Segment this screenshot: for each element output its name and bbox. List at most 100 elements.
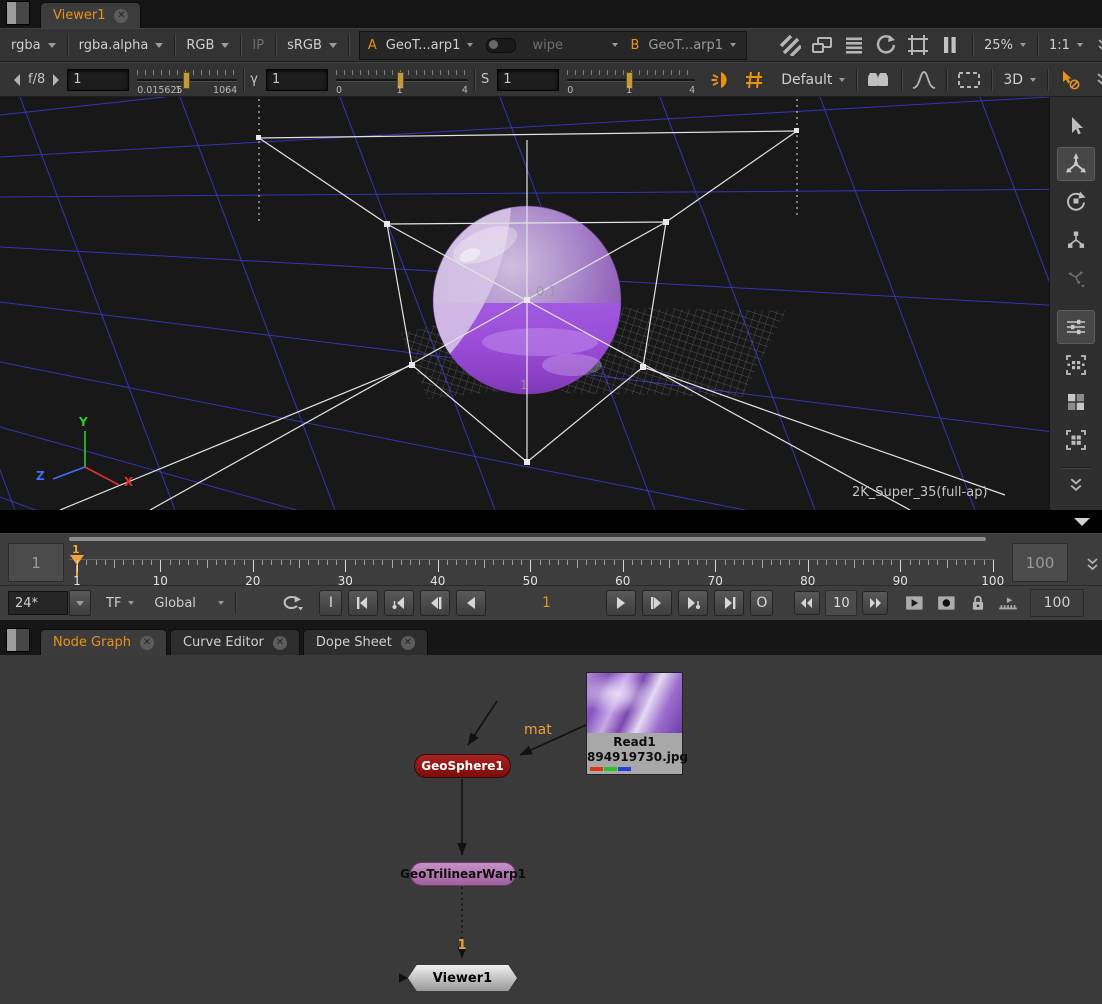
sliders-icon[interactable] [1057, 310, 1095, 344]
step-back-button[interactable] [420, 590, 450, 616]
next-arrow-icon[interactable] [48, 67, 64, 93]
frame-step-box[interactable]: 10 [825, 590, 857, 616]
ramp-icon[interactable] [997, 594, 1019, 612]
pivot-icon[interactable] [1057, 222, 1095, 256]
viewer-3d-viewport[interactable]: 0.1 1 2K_Super_35(full-ap) Y X Z [0, 97, 1102, 510]
pause-icon[interactable] [937, 32, 963, 58]
divider [67, 34, 68, 56]
node-viewer1-label: Viewer1 [433, 971, 492, 986]
gamma-input[interactable] [266, 69, 328, 91]
close-icon[interactable] [114, 9, 128, 23]
gain-slider[interactable]: 0.015625 1 1064 [137, 67, 237, 93]
tab-dope-sheet[interactable]: Dope Sheet [303, 629, 428, 655]
stereo-camera-icon[interactable] [866, 67, 892, 93]
range-scope-dropdown[interactable]: Global [149, 593, 229, 614]
step-forward-button[interactable] [642, 590, 672, 616]
tab-dope-sheet-label: Dope Sheet [316, 635, 392, 650]
translate-icon[interactable] [1057, 147, 1095, 181]
saturation-slider[interactable]: 0 1 4 [567, 67, 695, 93]
tf-dropdown[interactable]: TF [101, 593, 139, 614]
display-channels-value: RGB [186, 38, 214, 53]
set-out-point-button[interactable]: O [750, 590, 773, 616]
layout-grid-icon[interactable] [1057, 348, 1095, 382]
chevron-double-icon[interactable] [1057, 468, 1095, 502]
tab-node-graph[interactable]: Node Graph [40, 629, 167, 655]
curve-icon[interactable] [911, 67, 937, 93]
overlay-preset-dropdown[interactable]: Default [776, 69, 850, 91]
loop-icon[interactable] [278, 593, 304, 613]
four-squares-icon[interactable] [1057, 386, 1095, 420]
collapse-caret-icon[interactable] [1074, 518, 1090, 526]
chevron-double-icon[interactable] [1091, 32, 1102, 58]
current-frame[interactable]: 1 [511, 595, 581, 611]
play-backward-button[interactable] [456, 590, 486, 616]
timeline-scrollbar[interactable] [69, 537, 986, 541]
tab-curve-editor[interactable]: Curve Editor [170, 629, 300, 655]
input-b-dropdown[interactable]: GeoT...arp1 [646, 35, 738, 56]
fast-forward-button[interactable] [862, 591, 888, 615]
lock-icon[interactable] [969, 594, 987, 612]
chevron-double-icon[interactable] [1089, 67, 1102, 93]
layer-dropdown[interactable]: rgba [6, 35, 61, 56]
gain-slider-handle[interactable] [183, 72, 190, 89]
format-overlay-icon[interactable] [905, 32, 931, 58]
display-channels-dropdown[interactable]: RGB [181, 35, 234, 56]
tab-curve-editor-label: Curve Editor [183, 635, 264, 650]
frame-range-strip[interactable] [0, 510, 1102, 533]
wipe-dropdown[interactable]: wipe [527, 35, 623, 56]
close-icon[interactable] [401, 636, 415, 650]
to-start-button[interactable] [348, 590, 378, 616]
select-cursor-icon[interactable] [1057, 109, 1095, 143]
float-window-icon[interactable] [809, 32, 835, 58]
dropdown-caret-icon[interactable] [69, 590, 91, 616]
frame-all-icon[interactable] [1057, 423, 1095, 457]
colorspace-dropdown[interactable]: sRGB [282, 35, 342, 56]
to-end-button[interactable] [714, 590, 744, 616]
wipe-toggle[interactable] [486, 38, 516, 53]
refresh-icon[interactable] [873, 32, 899, 58]
pane-menu-icon[interactable] [6, 628, 30, 652]
layout-menu-icon[interactable] [841, 32, 867, 58]
prev-key-button[interactable] [384, 590, 414, 616]
input-a-dropdown[interactable]: GeoT...arp1 [384, 35, 476, 56]
input-process-button[interactable]: IP [247, 35, 269, 56]
chevron-double-icon[interactable] [1079, 551, 1102, 577]
headlamp-icon[interactable] [709, 67, 735, 93]
scatter-icon[interactable] [1057, 260, 1095, 294]
node-geosphere1[interactable]: GeoSphere1 [414, 754, 511, 778]
saturation-input[interactable] [497, 69, 559, 91]
next-key-button[interactable] [678, 590, 708, 616]
close-icon[interactable] [273, 636, 287, 650]
proxy-dropdown[interactable]: 1:1 [1044, 35, 1088, 56]
gain-input[interactable] [67, 69, 129, 91]
view-mode-dropdown[interactable]: 3D [998, 69, 1041, 91]
node-viewer1[interactable]: Viewer1 [408, 965, 517, 991]
rotate-icon[interactable] [1057, 185, 1095, 219]
playhead[interactable]: 1 [0, 543, 20, 583]
close-icon[interactable] [140, 636, 154, 650]
node-graph-canvas[interactable]: GeoSphere1 Read1 894919730.jpg GeoTrilin… [0, 655, 1102, 1004]
node-geotrilinearwarp1[interactable]: GeoTrilinearWarp1 [410, 862, 516, 886]
color-sample-icon[interactable] [1057, 67, 1083, 93]
tab-viewer1[interactable]: Viewer1 [40, 2, 141, 28]
zoom-value: 25% [984, 38, 1013, 53]
roi-icon[interactable] [956, 67, 982, 93]
node-geotrilinearwarp1-label: GeoTrilinearWarp1 [400, 867, 526, 881]
prev-arrow-icon[interactable] [9, 67, 25, 93]
pane-menu-icon[interactable] [6, 1, 30, 25]
alpha-dropdown[interactable]: rgba.alpha [74, 35, 169, 56]
play-button[interactable] [606, 590, 636, 616]
stripes-icon[interactable] [777, 32, 803, 58]
set-in-point-button[interactable]: I [319, 590, 342, 616]
range-end-box[interactable]: 100 [1012, 543, 1068, 582]
gamma-slider[interactable]: 0 1 4 [336, 67, 468, 93]
rewind-button[interactable] [794, 591, 820, 615]
fps-dropdown[interactable]: 24* [8, 590, 91, 616]
flipbook-icon[interactable] [905, 594, 927, 612]
node-read1[interactable]: Read1 894919730.jpg [586, 672, 683, 775]
record-icon[interactable] [937, 594, 959, 612]
grid-hash-icon[interactable] [741, 67, 767, 93]
zoom-dropdown[interactable]: 25% [979, 35, 1031, 56]
timeline-ruler[interactable]: 1 1102030405060708090100 [0, 543, 1005, 586]
range-end-display[interactable]: 100 [1030, 589, 1084, 617]
